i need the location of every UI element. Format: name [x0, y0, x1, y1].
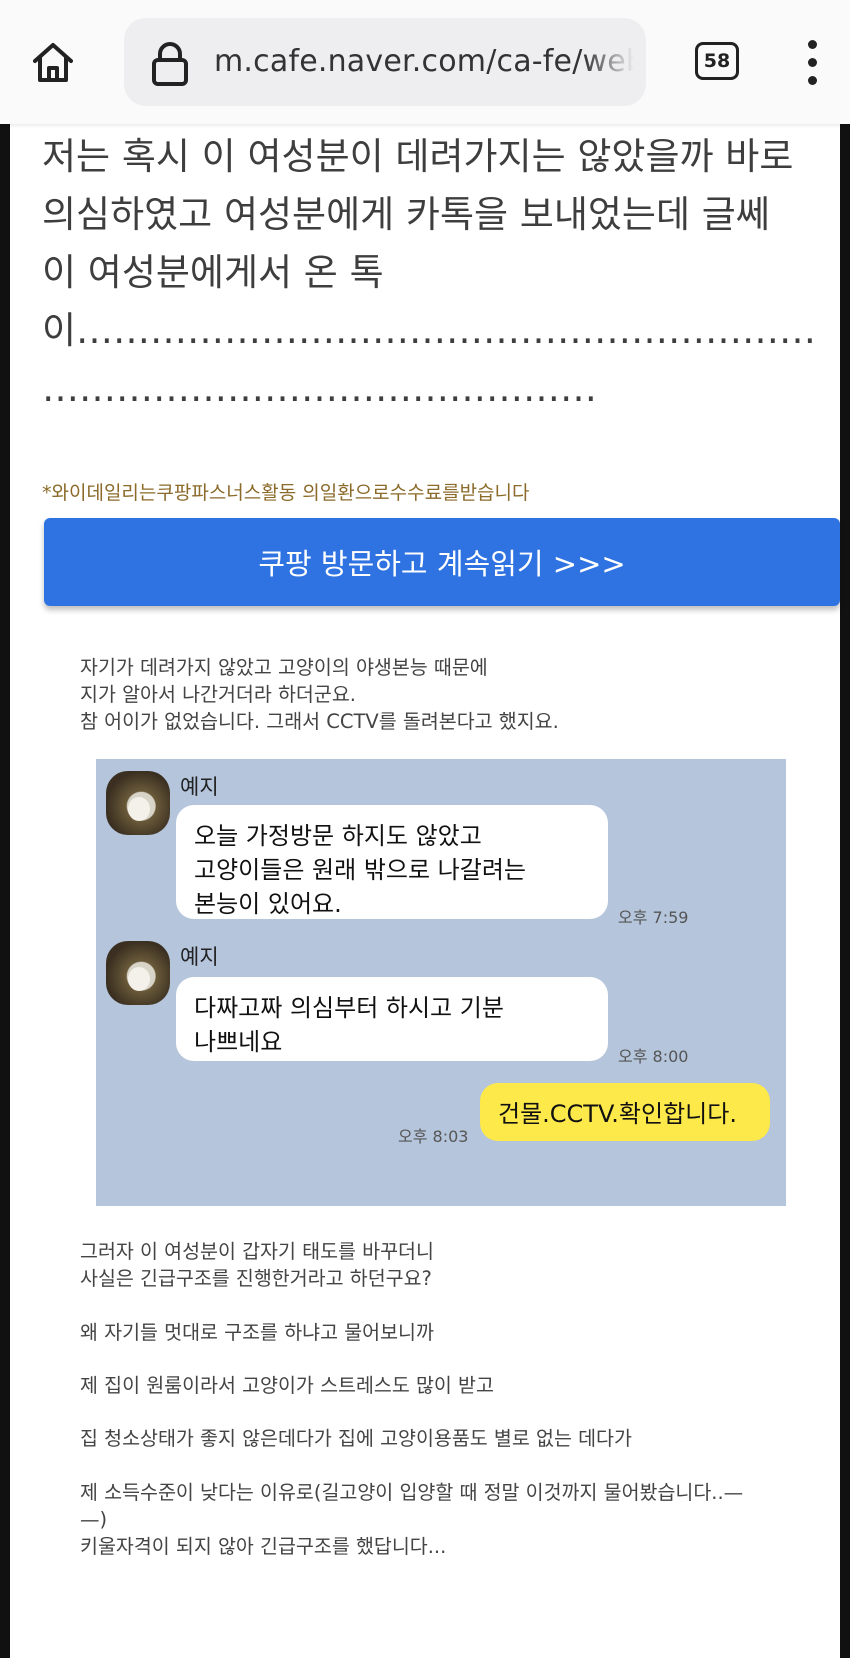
article-line: 이 여성분에게서 온 톡: [42, 251, 384, 294]
sender-name: 예지: [180, 945, 219, 969]
page-frame-left: [0, 124, 10, 1658]
paragraph-4: 제 집이 원룸이라서 고양이가 스트레스도 많이 받고: [80, 1372, 494, 1399]
message-time: 오후 8:00: [618, 1047, 689, 1066]
article-line: 저는 혹시 이 여성분이 데려가지는 않았을까 바로: [42, 135, 794, 178]
bubble-line: 오늘 가정방문 하지도 않았고: [194, 822, 482, 850]
paragraph-line: 왜 자기들 멋대로 구조를 하냐고 물어보니까: [80, 1321, 434, 1344]
paragraph-line: 그러자 이 여성분이 갑자기 태도를 바꾸더니: [80, 1240, 434, 1263]
paragraph-line: 참 어이가 없었습니다. 그래서 CCTV를 돌려본다고 했지요.: [80, 710, 559, 733]
page-frame-right: [840, 124, 850, 1658]
paragraph-line: 자기가 데려가지 않았고 고양이의 야생본능 때문에: [80, 656, 488, 679]
bubble-line: 본능이 있어요.: [194, 890, 342, 918]
bubble-line: 다짜고짜 의심부터 하시고 기분: [194, 994, 504, 1022]
bubble-line: 나쁘네요: [194, 1028, 283, 1056]
chat-bubble: 다짜고짜 의심부터 하시고 기분 나쁘네요: [176, 977, 608, 1061]
chat-bubble: 오늘 가정방문 하지도 않았고 고양이들은 원래 밖으로 나갈려는 본능이 있어…: [176, 805, 608, 919]
affiliate-disclaimer: *와이데일리는쿠팡파스너스활동 의일환으로수수료를받습니다: [42, 482, 530, 504]
paragraph-line: 집 청소상태가 좋지 않은데다가 집에 고양이용품도 별로 없는 데다가: [80, 1427, 632, 1450]
paragraph-line: 지가 알아서 나간거더라 하더군요.: [80, 683, 356, 706]
paragraph-line: 사실은 긴급구조를 진행한거라고 하던구요?: [80, 1267, 432, 1290]
bubble-line: 고양이들은 원래 밖으로 나갈려는: [194, 856, 527, 884]
browser-toolbar: m.cafe.naver.com/ca-fe/web/ 58: [0, 0, 850, 124]
lock-icon: [150, 42, 190, 86]
article-intro: 저는 혹시 이 여성분이 데려가지는 않았을까 바로 의심하였고 여성분에게 카…: [42, 128, 812, 418]
paragraph-line: 제 집이 원룸이라서 고양이가 스트레스도 많이 받고: [80, 1374, 494, 1397]
article-line: 이………………………………………………………: [42, 309, 812, 352]
paragraph-2: 그러자 이 여성분이 갑자기 태도를 바꾸더니 사실은 긴급구조를 진행한거라고…: [80, 1238, 434, 1292]
paragraph-line: 제 소득수준이 낮다는 이유로(길고양이 입양할 때 정말 이것까지 물어봤습니…: [80, 1481, 744, 1504]
chat-screenshot: 예지 오늘 가정방문 하지도 않았고 고양이들은 원래 밖으로 나갈려는 본능이…: [96, 759, 786, 1206]
message-time: 오후 7:59: [618, 908, 689, 927]
paragraph-line: —): [80, 1508, 108, 1531]
article-line: 의심하였고 여성분에게 카톡을 보내었는데 글쎄: [42, 193, 770, 236]
chat-bubble-mine: 건물.CCTV.확인합니다.: [480, 1083, 770, 1141]
paragraph-5: 집 청소상태가 좋지 않은데다가 집에 고양이용품도 별로 없는 데다가: [80, 1425, 632, 1452]
paragraph-1: 자기가 데려가지 않았고 고양이의 야생본능 때문에 지가 알아서 나간거더라 …: [80, 654, 559, 735]
paragraph-3: 왜 자기들 멋대로 구조를 하냐고 물어보니까: [80, 1319, 434, 1346]
sender-avatar: [106, 941, 170, 1005]
bubble-line: 건물.CCTV.확인합니다.: [498, 1100, 737, 1128]
article-line: ………………………………………: [42, 367, 597, 410]
address-bar[interactable]: m.cafe.naver.com/ca-fe/web/: [124, 18, 646, 106]
sender-name: 예지: [180, 775, 219, 799]
paragraph-6: 제 소득수준이 낮다는 이유로(길고양이 입양할 때 정말 이것까지 물어봤습니…: [80, 1479, 743, 1560]
more-vert-icon[interactable]: [796, 36, 830, 90]
paragraph-line: 키울자격이 되지 않아 긴급구조를 했답니다...: [80, 1535, 447, 1558]
message-time: 오후 8:03: [398, 1127, 469, 1146]
tab-count-button[interactable]: 58: [695, 42, 739, 80]
sender-avatar: [106, 771, 170, 835]
url-text: m.cafe.naver.com/ca-fe/web/: [214, 44, 634, 79]
home-icon[interactable]: [24, 34, 82, 92]
coupang-continue-button[interactable]: 쿠팡 방문하고 계속읽기 >>>: [44, 518, 840, 606]
